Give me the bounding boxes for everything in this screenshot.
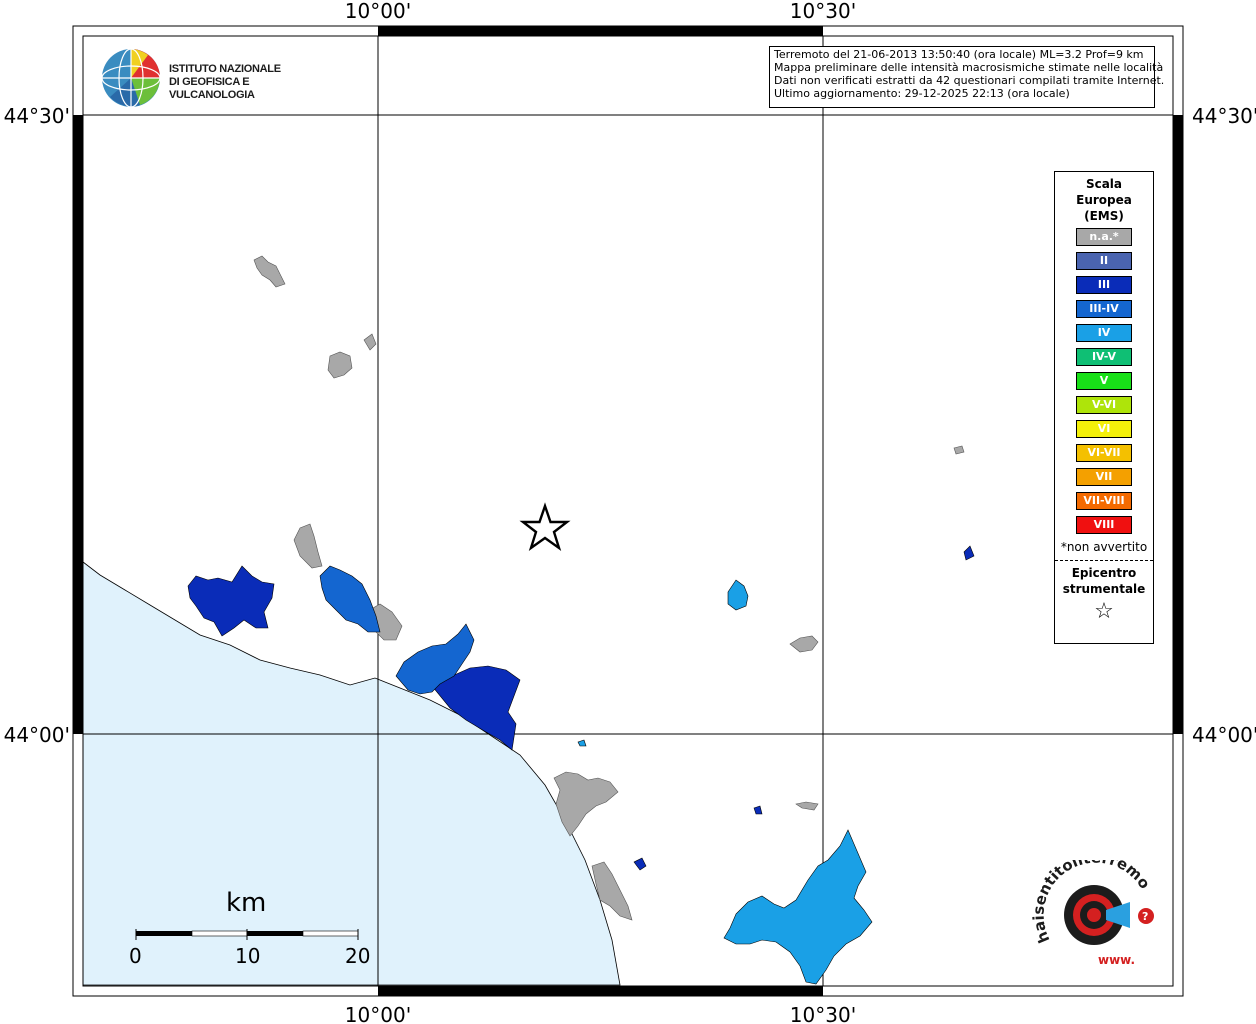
lat-label-right-1: 44°30'	[1192, 104, 1256, 128]
scale-segment	[136, 931, 192, 936]
scale-tick-0: 0	[129, 944, 142, 968]
scale-segment	[302, 930, 359, 937]
hst-www: www.	[1098, 953, 1135, 967]
legend-item: IV	[1076, 324, 1132, 342]
legend-item: III	[1076, 276, 1132, 294]
event-info-line4: Ultimo aggiornamento: 29-12-2025 22:13 (…	[774, 87, 1070, 100]
lat-label-right-2: 44°00'	[1192, 723, 1256, 747]
frame-bar-top	[378, 26, 823, 36]
lat-label-left-1: 44°30'	[4, 104, 70, 128]
legend-item: VIII	[1076, 516, 1132, 534]
event-info-line2: Mappa preliminare delle intensità macros…	[774, 61, 1164, 74]
legend-epicenter-line1: Epicentro	[1071, 566, 1137, 580]
event-info-line3: Dati non verificati estratti da 42 quest…	[774, 74, 1165, 87]
legend-item: II	[1076, 252, 1132, 270]
scale-segment	[191, 930, 248, 937]
legend-items: n.a.* II III III-IV IV IV-V V V-VI VI VI-VII VII VI…	[1055, 228, 1153, 534]
scale-tick-10: 10	[235, 944, 261, 968]
legend-star-icon: ☆	[1094, 599, 1114, 624]
legend-item: VII	[1076, 468, 1132, 486]
ems-legend: Scala Europea (EMS) n.a.* II III III-IV IV IV…	[1054, 171, 1154, 644]
legend-item: IV-V	[1076, 348, 1132, 366]
lon-label-top-2: 10°30'	[790, 0, 856, 23]
scale-segment	[247, 931, 303, 936]
legend-item: VI	[1076, 420, 1132, 438]
ingv-name-line1: ISTITUTO NAZIONALE	[169, 63, 281, 75]
legend-title: Scala Europea (EMS)	[1055, 176, 1153, 224]
lon-label-bottom-1: 10°00'	[345, 1003, 411, 1024]
scale-tick-20: 20	[345, 944, 371, 968]
ingv-name: ISTITUTO NAZIONALE DI GEOFISICA E VULCAN…	[169, 63, 330, 102]
globe-icon	[101, 48, 161, 108]
legend-item: VI-VII	[1076, 444, 1132, 462]
scale-unit: km	[226, 888, 267, 918]
legend-item: VII-VIII	[1076, 492, 1132, 510]
legend-note: *non avvertito	[1060, 540, 1148, 554]
legend-item: V-VI	[1076, 396, 1132, 414]
frame-bar-left	[73, 115, 83, 734]
event-info-line1: Terremoto del 21-06-2013 13:50:40 (ora l…	[774, 48, 1144, 61]
legend-separator	[1055, 560, 1153, 561]
legend-title-line3: (EMS)	[1084, 209, 1124, 223]
frame-bar-right	[1173, 115, 1183, 734]
legend-epicenter-label: Epicentro strumentale	[1055, 565, 1153, 597]
lon-label-top-1: 10°00'	[345, 0, 411, 23]
legend-title-line2: Europea	[1076, 193, 1132, 207]
hst-logo-graphic: ? haisentitoilterremoto.it www.	[1027, 846, 1154, 967]
frame-bar-bottom	[378, 986, 823, 996]
legend-item: III-IV	[1076, 300, 1132, 318]
hst-logo: ? haisentitoilterremoto.it www.	[1027, 846, 1172, 980]
legend-item: V	[1076, 372, 1132, 390]
ingv-logo: ISTITUTO NAZIONALE DI GEOFISICA E VULCAN…	[100, 47, 330, 109]
event-info-box: Terremoto del 21-06-2013 13:50:40 (ora l…	[769, 46, 1165, 108]
lat-label-left-2: 44°00'	[4, 723, 70, 747]
hst-question-mark: ?	[1142, 910, 1148, 923]
legend-item: n.a.*	[1076, 228, 1132, 246]
ingv-name-line2: DI GEOFISICA E VULCANOLOGIA	[169, 76, 255, 101]
legend-epicenter-line2: strumentale	[1062, 582, 1146, 596]
legend-title-line1: Scala	[1085, 177, 1123, 191]
lon-label-bottom-2: 10°30'	[790, 1003, 856, 1024]
